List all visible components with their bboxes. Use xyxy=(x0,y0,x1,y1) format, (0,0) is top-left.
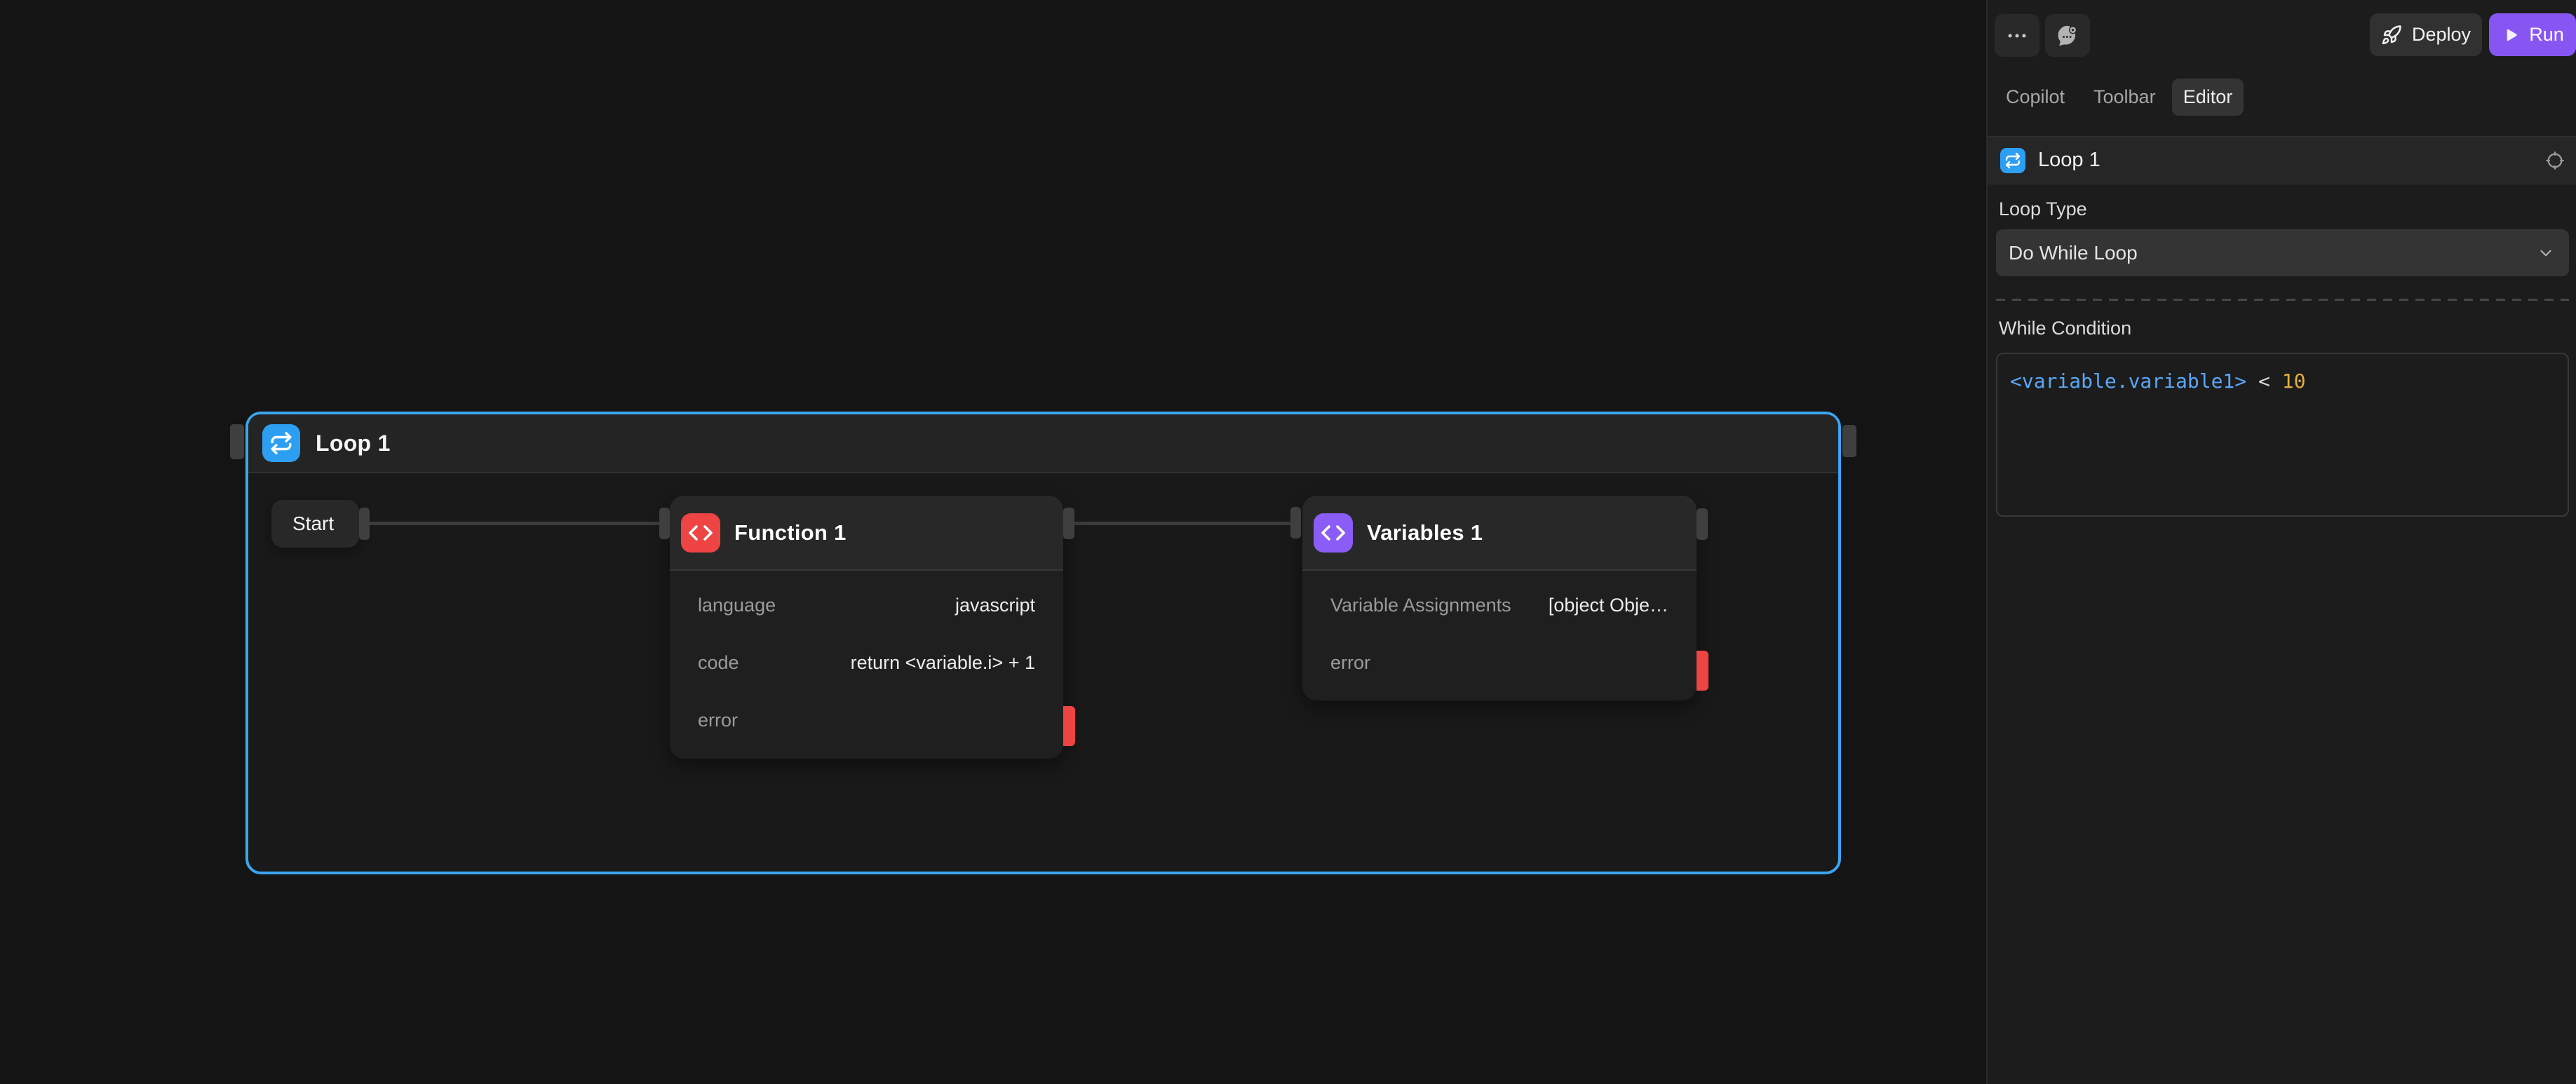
tab-editor[interactable]: Editor xyxy=(2172,79,2244,116)
chevron-down-icon xyxy=(2537,244,2555,262)
loop-type-label: Loop Type xyxy=(1999,198,2087,220)
function-row-error: error xyxy=(670,691,1063,749)
code-icon xyxy=(1314,513,1353,553)
ellipsis-icon xyxy=(2005,24,2029,48)
row-label: Variable Assignments xyxy=(1330,595,1511,616)
tab-toolbar[interactable]: Toolbar xyxy=(2093,79,2156,116)
deploy-button[interactable]: Deploy xyxy=(2370,13,2482,56)
loop-group-header[interactable]: Loop 1 xyxy=(248,414,1838,473)
side-panel: Deploy Run Copilot Toolbar Editor Loop 1 xyxy=(1986,0,2576,1084)
more-button[interactable] xyxy=(1995,14,2039,57)
row-value: javascript xyxy=(955,595,1035,616)
function-error-port[interactable] xyxy=(1063,706,1075,746)
rocket-icon xyxy=(2381,25,2402,46)
loop-output-port[interactable] xyxy=(1842,425,1856,457)
code-line: <variable.variable1> < 10 xyxy=(1997,354,2568,408)
variables-node[interactable]: Variables 1 Variable Assignments [object… xyxy=(1302,496,1697,700)
block-header-title: Loop 1 xyxy=(2038,149,2533,172)
tab-copilot[interactable]: Copilot xyxy=(2006,79,2065,116)
function-node[interactable]: Function 1 language javascript code retu… xyxy=(670,496,1063,759)
code-token-operator: < xyxy=(2246,370,2282,393)
block-header: Loop 1 xyxy=(1988,136,2576,184)
row-label: error xyxy=(698,710,738,731)
start-output-port[interactable] xyxy=(359,508,370,540)
code-token-number: 10 xyxy=(2282,370,2306,393)
repeat-icon xyxy=(262,424,300,462)
code-icon xyxy=(681,513,720,553)
chat-bubble-icon xyxy=(2054,22,2081,49)
crosshair-icon[interactable] xyxy=(2545,151,2565,170)
loop-type-value: Do While Loop xyxy=(2009,242,2537,264)
row-value: [object Obje… xyxy=(1549,595,1668,616)
while-condition-label: While Condition xyxy=(1999,318,2131,339)
function-input-port[interactable] xyxy=(659,508,670,539)
loop-group-title: Loop 1 xyxy=(316,431,391,456)
play-icon xyxy=(2501,26,2519,44)
row-label: error xyxy=(1330,652,1370,674)
variables-input-port[interactable] xyxy=(1290,507,1301,538)
function-row-code: code return <variable.i> + 1 xyxy=(670,634,1063,691)
run-button[interactable]: Run xyxy=(2489,13,2576,56)
while-condition-editor[interactable]: <variable.variable1> < 10 xyxy=(1996,353,2569,517)
variables-node-title: Variables 1 xyxy=(1367,520,1483,546)
start-node[interactable]: Start xyxy=(271,500,359,548)
variables-output-port[interactable] xyxy=(1697,508,1708,540)
flow-canvas[interactable]: Loop 1 Start Function 1 xyxy=(0,0,1986,1084)
loop-type-select[interactable]: Do While Loop xyxy=(1996,229,2569,276)
repeat-icon xyxy=(2000,148,2025,173)
row-label: code xyxy=(698,652,739,674)
function-output-port[interactable] xyxy=(1063,508,1074,539)
edge-start-to-function[interactable] xyxy=(367,522,661,525)
variables-node-header[interactable]: Variables 1 xyxy=(1302,496,1697,571)
section-divider xyxy=(1996,299,2569,301)
function-row-language: language javascript xyxy=(670,576,1063,634)
loop-input-port[interactable] xyxy=(230,424,244,459)
variables-node-body: Variable Assignments [object Obje… error xyxy=(1302,571,1697,691)
function-node-title: Function 1 xyxy=(734,520,847,546)
workflow-editor-app: Loop 1 Start Function 1 xyxy=(0,0,2576,1084)
function-node-body: language javascript code return <variabl… xyxy=(670,571,1063,749)
row-value: return <variable.i> + 1 xyxy=(851,652,1035,674)
code-token-variable: <variable.variable1> xyxy=(2010,370,2246,393)
deploy-button-label: Deploy xyxy=(2412,24,2471,46)
start-node-label: Start xyxy=(292,513,334,535)
row-label: language xyxy=(698,595,776,616)
run-button-label: Run xyxy=(2529,24,2564,46)
function-node-header[interactable]: Function 1 xyxy=(670,496,1063,571)
edge-function-to-variables[interactable] xyxy=(1073,522,1292,525)
chat-button[interactable] xyxy=(2045,14,2090,57)
variables-row-assignments: Variable Assignments [object Obje… xyxy=(1302,576,1697,634)
variables-row-error: error xyxy=(1302,634,1697,691)
variables-error-port[interactable] xyxy=(1697,651,1708,691)
